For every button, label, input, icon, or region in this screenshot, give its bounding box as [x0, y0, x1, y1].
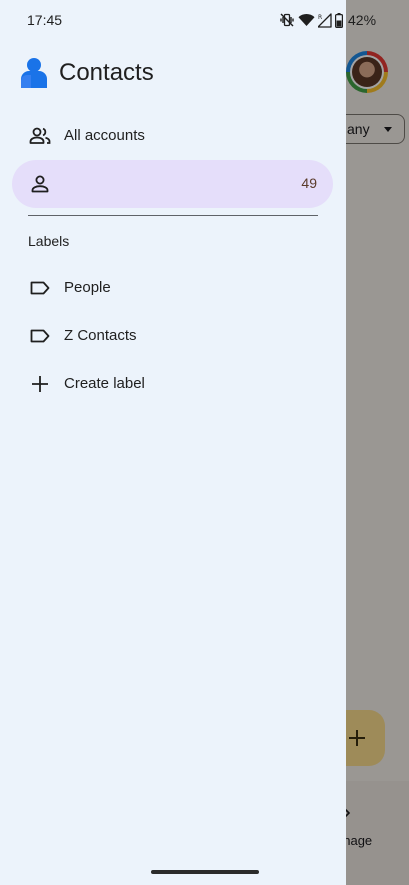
create-label-button[interactable]: Create label: [12, 360, 333, 408]
screen: any anage Contacts All accounts 49 Label…: [0, 0, 409, 885]
label-item-label: Z Contacts: [64, 327, 137, 344]
people-icon: [29, 127, 51, 144]
label-item-label: People: [64, 279, 111, 296]
contacts-logo-icon: [21, 58, 47, 88]
divider: [28, 215, 318, 216]
navigation-drawer: Contacts All accounts 49 Labels People Z…: [0, 0, 346, 885]
plus-icon: [32, 376, 48, 392]
status-icons: R 42%: [279, 12, 376, 28]
signal-icon: R: [318, 12, 332, 28]
svg-text:R: R: [318, 14, 322, 21]
person-icon: [31, 175, 49, 193]
label-item-people[interactable]: People: [12, 264, 333, 312]
contact-count: 49: [301, 175, 317, 191]
label-icon: [30, 329, 50, 343]
labels-heading: Labels: [28, 233, 70, 249]
create-label-text: Create label: [64, 375, 145, 392]
nav-item-account[interactable]: 49: [12, 160, 333, 208]
battery-percent: 42%: [348, 12, 377, 28]
app-title: Contacts: [59, 59, 154, 86]
status-time: 17:45: [27, 12, 63, 28]
label-item-z-contacts[interactable]: Z Contacts: [12, 312, 333, 360]
nav-item-all-accounts[interactable]: All accounts: [12, 112, 333, 160]
home-indicator[interactable]: [151, 870, 259, 874]
wifi-icon: [298, 13, 315, 26]
label-icon: [30, 281, 50, 295]
battery-icon: [335, 12, 343, 28]
vibrate-off-icon: [280, 13, 294, 27]
nav-item-label: All accounts: [64, 127, 145, 144]
